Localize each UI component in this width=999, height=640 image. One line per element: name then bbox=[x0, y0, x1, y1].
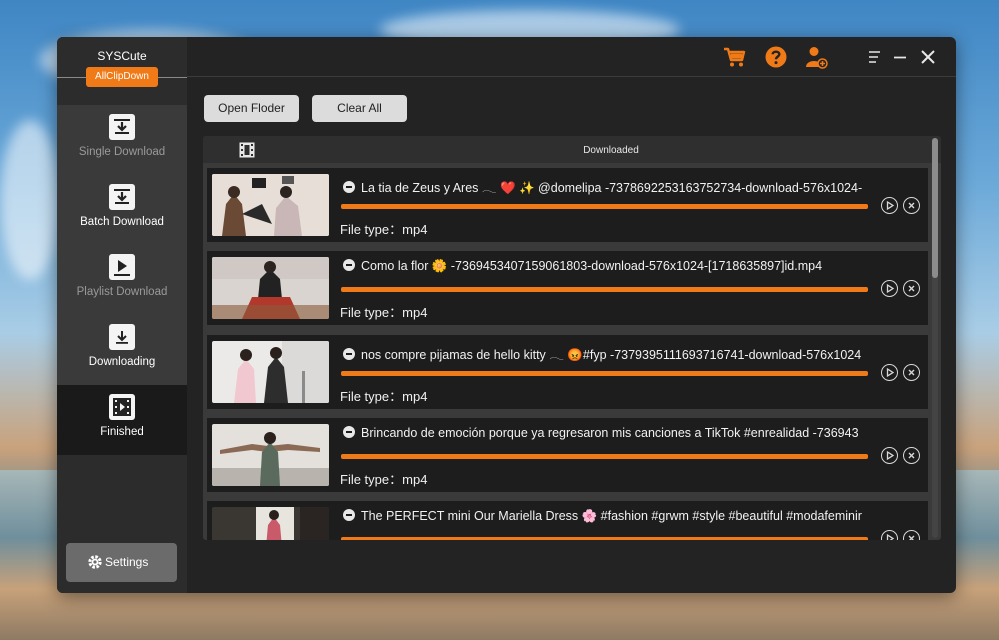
play-icon bbox=[886, 533, 895, 540]
minimize-icon[interactable] bbox=[888, 45, 912, 69]
close-icon bbox=[908, 535, 915, 540]
sidebar: SYSCute AllClipDown Single Download Batc… bbox=[57, 37, 187, 593]
list-scrollbar[interactable] bbox=[932, 138, 938, 538]
play-icon bbox=[886, 283, 895, 294]
download-progress bbox=[341, 204, 868, 209]
status-icon bbox=[343, 259, 355, 271]
status-icon bbox=[343, 509, 355, 521]
video-thumbnail bbox=[212, 174, 329, 236]
video-thumbnail bbox=[212, 424, 329, 486]
sidebar-item-label: Playlist Download bbox=[76, 286, 168, 298]
remove-button[interactable] bbox=[903, 280, 920, 297]
folder-download-icon bbox=[109, 324, 135, 350]
brand-name: SYSCute bbox=[97, 49, 147, 63]
sidebar-item-label: Single Download bbox=[78, 146, 166, 158]
brand-badge: AllClipDown bbox=[86, 67, 158, 87]
title-bar bbox=[187, 37, 956, 77]
close-icon bbox=[908, 452, 915, 459]
download-icon bbox=[109, 114, 135, 140]
list-header-title: Downloaded bbox=[583, 145, 639, 156]
menu-icon[interactable] bbox=[863, 45, 887, 69]
file-type: File type：mp4 bbox=[340, 472, 428, 487]
open-folder-button[interactable]: Open Floder bbox=[204, 95, 299, 122]
download-progress bbox=[341, 371, 868, 376]
video-title-text: La tia de Zeus y Ares 𓂃 ❤️ ✨ @domelipa -… bbox=[361, 181, 863, 195]
list-item[interactable]: La tia de Zeus y Ares 𓂃 ❤️ ✨ @domelipa -… bbox=[207, 168, 928, 242]
video-title: The PERFECT mini Our Mariella Dress 🌸 #f… bbox=[343, 509, 875, 524]
status-icon bbox=[343, 426, 355, 438]
user-add-icon[interactable] bbox=[804, 45, 828, 69]
play-button[interactable] bbox=[881, 447, 898, 464]
clear-all-button[interactable]: Clear All bbox=[312, 95, 407, 122]
play-icon bbox=[886, 200, 895, 211]
settings-button[interactable]: Settings bbox=[66, 543, 177, 582]
status-icon bbox=[343, 181, 355, 193]
close-icon bbox=[908, 285, 915, 292]
status-icon bbox=[343, 348, 355, 360]
film-icon bbox=[109, 394, 135, 420]
download-progress bbox=[341, 537, 868, 540]
file-type: File type：mp4 bbox=[340, 222, 428, 237]
close-icon bbox=[908, 202, 915, 209]
file-type: File type：mp4 bbox=[340, 389, 428, 404]
video-title-text: nos compre pijamas de hello kitty 𓂃 😡#fy… bbox=[361, 348, 862, 362]
play-button[interactable] bbox=[881, 280, 898, 297]
batch-download-icon bbox=[109, 184, 135, 210]
settings-label: Settings bbox=[105, 555, 149, 569]
sidebar-item-label: Finished bbox=[100, 426, 144, 438]
play-button[interactable] bbox=[881, 530, 898, 540]
remove-button[interactable] bbox=[903, 197, 920, 214]
sidebar-item-single-download[interactable]: Single Download bbox=[57, 105, 187, 175]
download-progress bbox=[341, 454, 868, 459]
close-icon[interactable] bbox=[916, 45, 940, 69]
video-title: La tia de Zeus y Ares 𓂃 ❤️ ✨ @domelipa -… bbox=[343, 176, 875, 197]
download-list: Downloaded La tia de Zeus y Ares 𓂃 ❤️ ✨ … bbox=[203, 136, 941, 540]
video-thumbnail bbox=[212, 257, 329, 319]
play-button[interactable] bbox=[881, 364, 898, 381]
video-title-text: Brincando de emoción porque ya regresaro… bbox=[361, 426, 859, 440]
gear-icon bbox=[88, 555, 102, 569]
cart-icon[interactable] bbox=[723, 45, 747, 69]
app-window: SYSCute AllClipDown Single Download Batc… bbox=[57, 37, 956, 593]
sidebar-item-downloading[interactable]: Downloading bbox=[57, 315, 187, 385]
video-title: Brincando de emoción porque ya regresaro… bbox=[343, 426, 875, 440]
help-icon[interactable] bbox=[764, 45, 788, 69]
list-item[interactable]: Brincando de emoción porque ya regresaro… bbox=[207, 418, 928, 492]
playlist-icon bbox=[109, 254, 135, 280]
video-title-text: The PERFECT mini Our Mariella Dress 🌸 #f… bbox=[361, 509, 862, 523]
sidebar-item-batch-download[interactable]: Batch Download bbox=[57, 175, 187, 245]
list-item[interactable]: Como la flor 🌼 -7369453407159061803-down… bbox=[207, 251, 928, 325]
remove-button[interactable] bbox=[903, 447, 920, 464]
close-icon bbox=[908, 369, 915, 376]
video-thumbnail bbox=[212, 341, 329, 403]
list-header: Downloaded bbox=[203, 136, 941, 163]
list-item[interactable]: The PERFECT mini Our Mariella Dress 🌸 #f… bbox=[207, 501, 928, 540]
play-icon bbox=[886, 450, 895, 461]
sidebar-item-label: Downloading bbox=[88, 356, 156, 368]
sidebar-item-finished[interactable]: Finished bbox=[57, 385, 187, 455]
video-title-text: Como la flor 🌼 -7369453407159061803-down… bbox=[361, 259, 823, 273]
remove-button[interactable] bbox=[903, 530, 920, 540]
video-title: nos compre pijamas de hello kitty 𓂃 😡#fy… bbox=[343, 343, 875, 364]
remove-button[interactable] bbox=[903, 364, 920, 381]
play-button[interactable] bbox=[881, 197, 898, 214]
scrollbar-thumb[interactable] bbox=[932, 138, 938, 278]
brand-divider bbox=[57, 77, 86, 78]
download-progress bbox=[341, 287, 868, 292]
play-icon bbox=[886, 367, 895, 378]
list-item[interactable]: nos compre pijamas de hello kitty 𓂃 😡#fy… bbox=[207, 335, 928, 409]
brand-divider bbox=[158, 77, 187, 78]
file-type: File type：mp4 bbox=[340, 305, 428, 320]
video-thumbnail bbox=[212, 507, 329, 540]
video-title: Como la flor 🌼 -7369453407159061803-down… bbox=[343, 259, 875, 274]
brand: SYSCute AllClipDown bbox=[57, 37, 187, 105]
sidebar-item-label: Batch Download bbox=[80, 216, 164, 228]
sidebar-item-playlist-download[interactable]: Playlist Download bbox=[57, 245, 187, 315]
